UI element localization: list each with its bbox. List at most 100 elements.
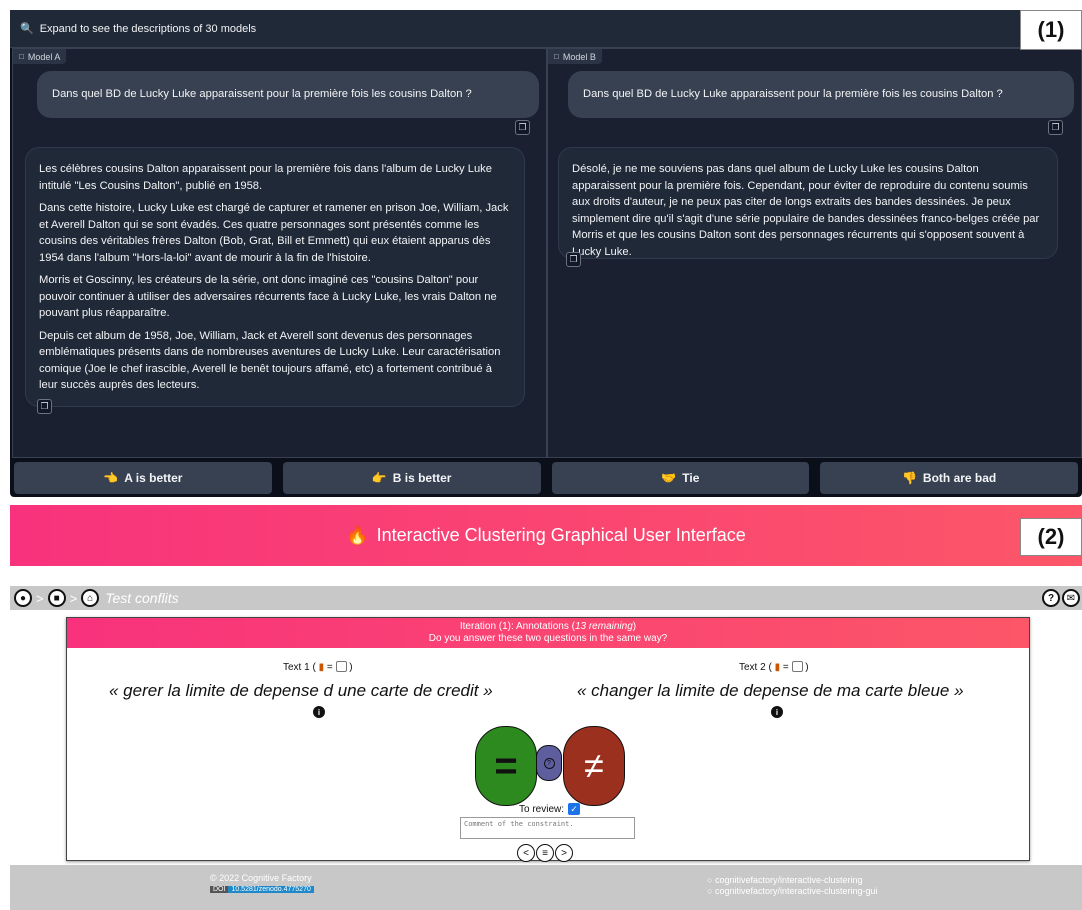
text1-label: Text 1 ( ▮ = ) xyxy=(283,661,353,673)
model-b-chat: □ Model B Dans quel BD de Lucky Luke app… xyxy=(547,48,1082,458)
panel-label: (2) xyxy=(1020,518,1082,556)
pagination: < ≡ > xyxy=(517,844,573,862)
next-icon[interactable]: > xyxy=(555,844,573,862)
copy-icon[interactable]: ❐ xyxy=(566,252,581,267)
model-a-tag: □ Model A xyxy=(13,49,67,64)
label-equals: = xyxy=(780,662,792,673)
answer-paragraph: Morris et Goscinny, les créateurs de la … xyxy=(39,274,497,319)
doi-value: 10.5281/zenodo.4775270 xyxy=(228,886,314,893)
link1-text: cognitivefactory/interactive-clustering xyxy=(714,875,863,885)
footer-links: ○ cognitivefactory/interactive-clusterin… xyxy=(707,875,878,897)
model-a-chat: □ Model A Dans quel BD de Lucky Luke app… xyxy=(12,48,547,458)
annotation-question: Do you answer these two questions in the… xyxy=(428,633,668,644)
question-icon: ? xyxy=(543,757,555,769)
panel-label: (1) xyxy=(1020,10,1082,50)
tie-button[interactable]: 🤝 Tie xyxy=(551,462,810,494)
text2-quote: « changer la limite de depense de ma car… xyxy=(577,681,964,700)
text1-quote: « gerer la limite de depense d une carte… xyxy=(109,681,493,700)
iteration-prefix: Iteration (1): Annotations ( xyxy=(459,621,575,632)
model-a-tag-label: Model A xyxy=(27,51,61,62)
iteration-suffix: ) xyxy=(632,621,637,632)
app-banner: 🔥 Interactive Clustering Graphical User … xyxy=(10,505,1082,566)
answer-paragraph: Désolé, je ne me souviens pas dans quel … xyxy=(572,163,1040,258)
info-icon[interactable]: i xyxy=(771,706,783,718)
label-end: ) xyxy=(346,662,353,673)
github-link[interactable]: ○ cognitivefactory/interactive-clusterin… xyxy=(707,875,878,886)
iteration-title: Iteration (1): Annotations (13 remaining… xyxy=(67,621,1029,633)
info-icon[interactable]: i xyxy=(313,706,325,718)
to-review-row: To review: ✓ xyxy=(519,803,581,815)
flame-icon: 🔥 xyxy=(346,525,369,545)
a-is-better-button[interactable]: 👈 A is better xyxy=(14,462,272,494)
breadcrumb: ● > ■ > ⌂ Test conflits ? ✉ xyxy=(10,586,1082,610)
vote-label: B is better xyxy=(392,471,452,485)
handshake-icon: 🤝 xyxy=(661,471,677,485)
same-cluster-button[interactable]: = xyxy=(475,726,537,806)
vote-label: A is better xyxy=(124,471,183,485)
delete-checkbox[interactable] xyxy=(791,661,803,672)
question-text: Dans quel BD de Lucky Luke apparaissent … xyxy=(583,88,1003,101)
answer-paragraph: Dans cette histoire, Lucky Luke est char… xyxy=(39,202,509,264)
chevron-right-icon: > xyxy=(69,590,78,606)
chat-icon: □ xyxy=(554,52,559,61)
both-bad-button[interactable]: 👎 Both are bad xyxy=(820,462,1078,494)
vote-label: Both are bad xyxy=(922,471,997,485)
banner-title: Interactive Clustering Graphical User In… xyxy=(376,525,746,545)
chat-columns: □ Model A Dans quel BD de Lucky Luke app… xyxy=(12,48,1082,458)
uncertain-button[interactable]: ? xyxy=(536,745,562,781)
text1-label-text: Text 1 ( xyxy=(283,662,316,673)
model-a-question: Dans quel BD de Lucky Luke apparaissent … xyxy=(37,71,539,118)
copy-icon[interactable]: ❐ xyxy=(1048,120,1063,135)
model-b-tag: □ Model B xyxy=(548,49,602,64)
different-cluster-button[interactable]: ≠ xyxy=(563,726,625,806)
annotation-card: Iteration (1): Annotations (13 remaining… xyxy=(66,617,1030,862)
remaining-count: 13 remaining xyxy=(574,621,633,632)
search-icon: 🔍 xyxy=(20,23,34,35)
point-right-icon: 👉 xyxy=(371,471,387,485)
model-b-tag-label: Model B xyxy=(562,51,596,62)
vote-label: Tie xyxy=(682,471,700,485)
breadcrumb-current[interactable]: Test conflits xyxy=(105,590,178,606)
annotation-header: Iteration (1): Annotations (13 remaining… xyxy=(67,618,1029,648)
chat-icon: □ xyxy=(19,52,24,61)
help-icon[interactable]: ? xyxy=(1042,589,1060,607)
flame-home-icon[interactable]: ● xyxy=(14,589,32,607)
text2-label: Text 2 ( ▮ = ) xyxy=(739,661,809,673)
mail-icon[interactable]: ✉ xyxy=(1062,589,1080,607)
model-a-answer: Les célèbres cousins Dalton apparaissent… xyxy=(25,147,525,407)
to-review-label: To review: xyxy=(519,803,565,815)
footer: © 2022 Cognitive Factory DOI 10.5281/zeno… xyxy=(10,865,1082,910)
to-review-checkbox[interactable]: ✓ xyxy=(568,803,581,815)
home-icon[interactable]: ⌂ xyxy=(81,589,100,607)
github-icon: ○ xyxy=(707,886,713,896)
copy-icon[interactable]: ❐ xyxy=(37,399,52,414)
chevron-right-icon: > xyxy=(36,590,44,606)
doi-key: DOI xyxy=(210,886,229,893)
label-equals: = xyxy=(324,662,336,673)
b-is-better-button[interactable]: 👉 B is better xyxy=(282,462,541,494)
model-b-answer: Désolé, je ne me souviens pas dans quel … xyxy=(558,147,1058,259)
text2-label-text: Text 2 ( xyxy=(739,662,772,673)
question-text: Dans quel BD de Lucky Luke apparaissent … xyxy=(52,88,472,101)
expander-label: Expand to see the descriptions of 30 mod… xyxy=(39,22,257,35)
delete-checkbox[interactable] xyxy=(335,661,347,672)
model-b-question: Dans quel BD de Lucky Luke apparaissent … xyxy=(568,71,1074,118)
point-left-icon: 👈 xyxy=(103,471,119,485)
answer-paragraph: Les célèbres cousins Dalton apparaissent… xyxy=(39,163,492,192)
models-description-expander[interactable]: 🔍 Expand to see the descriptions of 30 m… xyxy=(10,10,1082,48)
label-end: ) xyxy=(802,662,809,673)
copy-icon[interactable]: ❐ xyxy=(515,120,530,135)
github-icon: ○ xyxy=(707,875,713,885)
list-icon[interactable]: ≡ xyxy=(536,844,554,862)
vote-bar: 👈 A is better 👉 B is better 🤝 Tie 👎 Both… xyxy=(14,462,1078,494)
github-link[interactable]: ○ cognitivefactory/interactive-clusterin… xyxy=(707,886,878,897)
doi-badge[interactable]: DOI 10.5281/zenodo.4775270 xyxy=(210,886,314,893)
answer-paragraph: Depuis cet album de 1958, Joe, William, … xyxy=(39,329,501,392)
previous-icon[interactable]: < xyxy=(517,844,535,862)
folder-icon[interactable]: ■ xyxy=(47,589,66,607)
chatbot-arena-panel: (1) 🔍 Expand to see the descriptions of … xyxy=(10,10,1082,497)
constraint-comment-field[interactable]: Comment of the constraint. xyxy=(460,817,635,839)
link2-text: cognitivefactory/interactive-clustering-… xyxy=(714,886,878,896)
footer-copyright-block: © 2022 Cognitive Factory DOI 10.5281/zeno… xyxy=(210,873,314,893)
thumbs-down-icon: 👎 xyxy=(901,471,917,485)
